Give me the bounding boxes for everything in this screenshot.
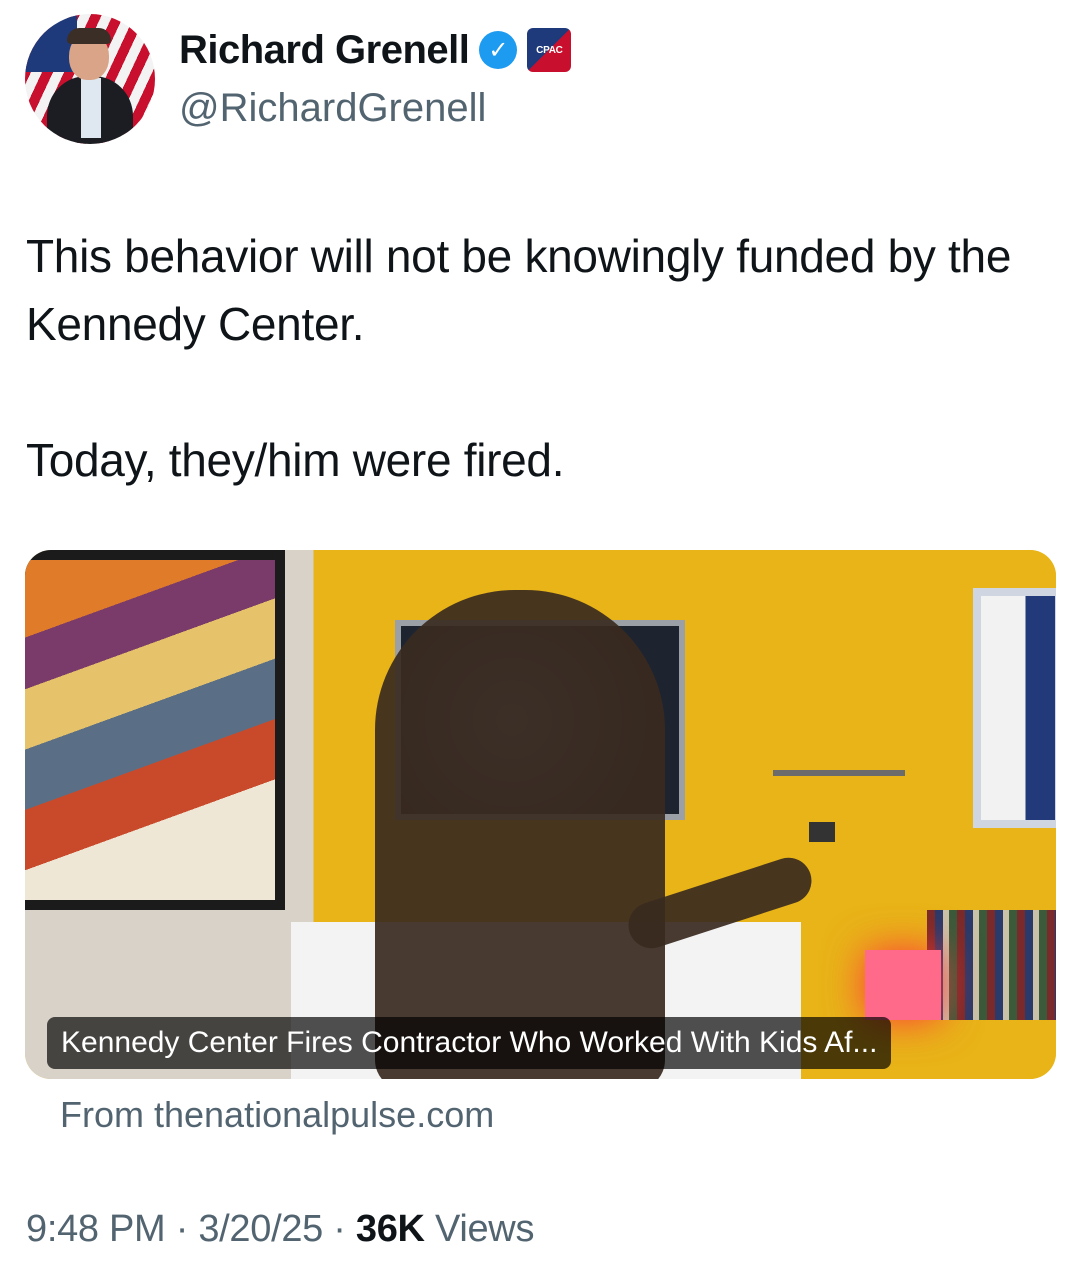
media-lamp-base (809, 822, 835, 842)
tweet-metadata: 9:48 PM · 3/20/25 · 36K Views (26, 1206, 534, 1252)
media-painting-left (25, 550, 285, 910)
affiliation-badge-label: CPAC (536, 44, 563, 56)
author-name[interactable]: Richard Grenell (179, 26, 470, 74)
media-painting-right (973, 588, 1056, 828)
affiliation-badge[interactable]: CPAC (527, 28, 572, 72)
views-label: Views (434, 1208, 535, 1250)
tweet-text: This behavior will not be knowingly fund… (26, 230, 1012, 486)
avatar-shirt (81, 78, 101, 138)
link-card-caption: Kennedy Center Fires Contractor Who Work… (47, 1017, 892, 1069)
media-lamp (773, 770, 905, 776)
author-name-row: Richard Grenell ✓ CPAC (179, 26, 572, 74)
link-card-media[interactable]: Kennedy Center Fires Contractor Who Work… (25, 550, 1056, 1079)
author-avatar[interactable] (25, 14, 155, 144)
tweet-date[interactable]: 3/20/25 (198, 1208, 323, 1250)
media-person-silhouette (375, 590, 665, 1079)
avatar-hair (67, 28, 111, 44)
tweet-time[interactable]: 9:48 PM (26, 1208, 166, 1250)
separator-dot: · (333, 1208, 356, 1250)
verified-checkmark-icon[interactable]: ✓ (479, 31, 518, 69)
author-handle[interactable]: @RichardGrenell (179, 84, 486, 132)
link-card-source[interactable]: From thenationalpulse.com (60, 1092, 494, 1138)
media-lantern (865, 950, 941, 1020)
separator-dot: · (175, 1208, 199, 1250)
views-count: 36K (355, 1208, 425, 1250)
media-bookshelf (927, 910, 1056, 1020)
